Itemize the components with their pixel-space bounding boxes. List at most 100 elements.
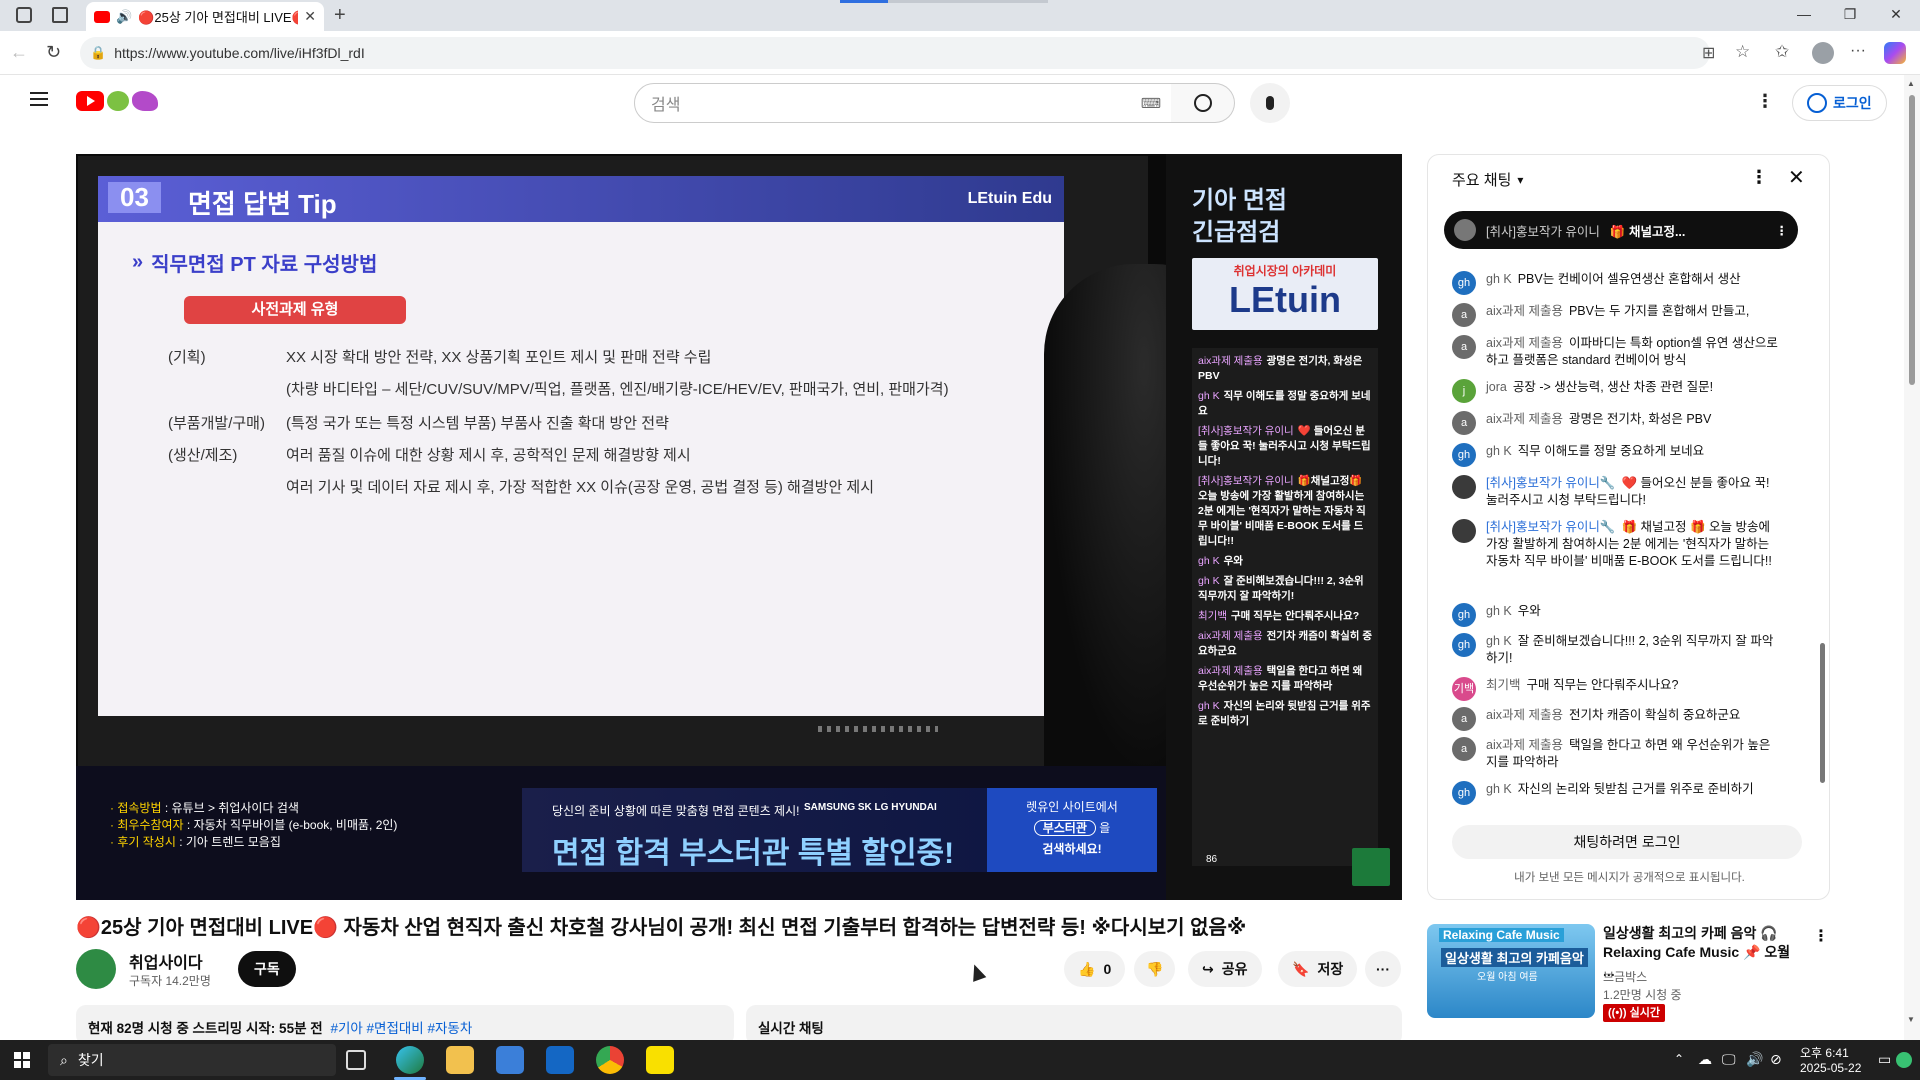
chat-avatar[interactable]: a: [1452, 737, 1476, 761]
outlook-icon[interactable]: [546, 1046, 574, 1074]
chat-login-button[interactable]: 채팅하려면 로그인: [1452, 825, 1802, 859]
recommended-video[interactable]: Relaxing Cafe Music 일상생활 최고의 카페음악 오월 아침 …: [1427, 924, 1830, 1022]
dislike-button[interactable]: 👎: [1134, 951, 1176, 987]
app-available-icon[interactable]: ⊞: [1702, 43, 1715, 63]
chat-author-name[interactable]: gh K: [1486, 782, 1512, 796]
chat-avatar[interactable]: gh: [1452, 781, 1476, 805]
tray-chevron-icon[interactable]: ⌃: [1674, 1052, 1684, 1066]
start-icon[interactable]: [14, 1052, 30, 1068]
youtube-logo[interactable]: [76, 91, 158, 111]
chat-avatar[interactable]: a: [1452, 335, 1476, 359]
copilot-icon[interactable]: [1884, 42, 1906, 64]
minimize-icon[interactable]: —: [1794, 6, 1814, 22]
chat-author-name[interactable]: [취사]홍보작가 유이니🔧: [1486, 520, 1615, 534]
taskbar-time[interactable]: 오후 6:41: [1800, 1044, 1849, 1061]
chat-message[interactable]: 기백 최기백 구매 직무는 안다뤄주시나요?: [1452, 677, 1782, 701]
voice-search-button[interactable]: [1250, 83, 1290, 123]
chat-more-icon[interactable]: ⋮: [1750, 167, 1768, 188]
refresh-icon[interactable]: ↻: [46, 42, 61, 63]
restore-icon[interactable]: ❐: [1840, 6, 1860, 23]
chat-message[interactable]: gh gh K 우와: [1452, 603, 1782, 627]
browser-tab-active[interactable]: 🔊 🔴25상 기아 면접대비 LIVE🔴 ✕: [86, 2, 324, 31]
chat-message[interactable]: [취사]홍보작가 유이니🔧 🎁 채널고정 🎁 오늘 방송에 가장 활발하게 참여하…: [1452, 519, 1782, 570]
workspaces-icon[interactable]: [16, 7, 32, 23]
chat-author-name[interactable]: [취사]홍보작가 유이니🔧: [1486, 476, 1615, 490]
chat-message[interactable]: a aix과제 제출용 PBV는 두 가지를 혼합해서 만들고,: [1452, 303, 1782, 327]
subscribe-button[interactable]: 구독: [238, 951, 296, 987]
chat-mode-dropdown[interactable]: 주요 채팅 ▾: [1452, 169, 1523, 190]
store-icon[interactable]: [496, 1046, 524, 1074]
chat-author-name[interactable]: aix과제 제출용: [1486, 336, 1563, 350]
chat-avatar[interactable]: [1452, 475, 1476, 499]
site-info-icon[interactable]: 🔒: [90, 45, 106, 61]
chat-author-name[interactable]: aix과제 제출용: [1486, 708, 1563, 722]
chat-message[interactable]: a aix과제 제출용 택일을 한다고 하면 왜 우선순위가 높은 지를 파악하라: [1452, 737, 1782, 771]
menu-icon[interactable]: [30, 92, 48, 106]
tab-actions-icon[interactable]: [52, 7, 68, 23]
network-icon[interactable]: 🖵: [1722, 1051, 1736, 1068]
recommended-more-icon[interactable]: ⋮: [1813, 926, 1829, 946]
chat-message[interactable]: [취사]홍보작가 유이니🔧 ❤️ 들어오신 분들 좋아요 꾹! 눌러주시고 시청 …: [1452, 475, 1782, 509]
page-scroll-down-icon[interactable]: ▼: [1907, 1015, 1915, 1024]
chat-message[interactable]: a aix과제 제출용 전기차 캐즘이 확실히 중요하군요: [1452, 707, 1782, 731]
kakaotalk-icon[interactable]: [646, 1046, 674, 1074]
chat-avatar[interactable]: a: [1452, 411, 1476, 435]
pinned-more-icon[interactable]: ⋮: [1776, 223, 1789, 238]
search-button[interactable]: [1171, 83, 1235, 123]
file-explorer-icon[interactable]: [446, 1046, 474, 1074]
channel-name[interactable]: 취업사이다: [129, 949, 203, 973]
chat-avatar[interactable]: a: [1452, 303, 1476, 327]
favorite-star-icon[interactable]: ☆: [1735, 42, 1750, 62]
chat-author-name[interactable]: aix과제 제출용: [1486, 412, 1563, 426]
task-view-icon[interactable]: [346, 1050, 366, 1070]
chat-author-name[interactable]: gh K: [1486, 634, 1512, 648]
close-window-icon[interactable]: ✕: [1886, 6, 1906, 23]
volume-icon[interactable]: 🔊: [1746, 1051, 1763, 1068]
taskbar-date[interactable]: 2025-05-22: [1800, 1061, 1861, 1075]
recommended-thumbnail[interactable]: Relaxing Cafe Music 일상생활 최고의 카페음악 오월 아침 …: [1427, 924, 1595, 1018]
chrome-icon[interactable]: [596, 1046, 624, 1074]
url-field[interactable]: 🔒 https://www.youtube.com/live/iHf3fDl_r…: [80, 37, 1710, 69]
chat-author-name[interactable]: gh K: [1486, 444, 1512, 458]
more-actions-button[interactable]: ···: [1365, 951, 1401, 987]
chat-author-name[interactable]: aix과제 제출용: [1486, 304, 1563, 318]
taskbar-search-box[interactable]: ⌕ 찾기: [48, 1044, 336, 1076]
page-scrollbar-thumb[interactable]: [1909, 95, 1915, 385]
chat-message[interactable]: a aix과제 제출용 광명은 전기차, 화성은 PBV: [1452, 411, 1782, 435]
chat-author-name[interactable]: jora: [1486, 380, 1507, 394]
save-button[interactable]: 🔖 저장: [1278, 951, 1358, 987]
notification-icon[interactable]: ▭: [1878, 1051, 1891, 1068]
channel-avatar[interactable]: [76, 949, 116, 989]
keyboard-icon[interactable]: ⌨: [1141, 95, 1161, 112]
new-tab-icon[interactable]: +: [334, 4, 346, 27]
copilot-tray-icon[interactable]: [1896, 1052, 1912, 1068]
close-tab-icon[interactable]: ✕: [304, 8, 316, 25]
profile-avatar[interactable]: [1812, 42, 1834, 64]
chat-message[interactable]: gh gh K 직무 이해도를 정말 중요하게 보네요: [1452, 443, 1782, 467]
chat-author-name[interactable]: gh K: [1486, 272, 1512, 286]
description-hashtags[interactable]: #기아 #면접대비 #자동차: [330, 1021, 472, 1036]
chat-avatar[interactable]: j: [1452, 379, 1476, 403]
chat-avatar[interactable]: gh: [1452, 633, 1476, 657]
back-icon[interactable]: ←: [10, 42, 28, 63]
page-scroll-up-icon[interactable]: ▲: [1907, 79, 1915, 88]
battery-icon[interactable]: ⊘: [1770, 1051, 1782, 1068]
live-chat-box[interactable]: 실시간 채팅: [746, 1005, 1402, 1045]
recommended-channel[interactable]: 브금박스: [1603, 968, 1647, 985]
more-options-icon[interactable]: ···: [1850, 42, 1866, 60]
favorites-icon[interactable]: ✩: [1775, 42, 1789, 62]
chat-avatar[interactable]: gh: [1452, 443, 1476, 467]
chat-avatar[interactable]: 기백: [1452, 677, 1476, 701]
chat-close-icon[interactable]: ✕: [1788, 165, 1805, 190]
chat-message[interactable]: gh gh K 자신의 논리와 뒷받침 근거를 위주로 준비하기: [1452, 781, 1782, 805]
settings-dots-icon[interactable]: ⋮: [1756, 91, 1774, 112]
edge-icon[interactable]: [396, 1046, 424, 1074]
share-button[interactable]: ↪ 공유: [1188, 951, 1262, 987]
like-button[interactable]: 👍 0: [1064, 951, 1126, 987]
chat-message[interactable]: a aix과제 제출용 이파바디는 특화 option셀 유연 생산으로 하고 플랫…: [1452, 335, 1782, 369]
chat-author-name[interactable]: aix과제 제출용: [1486, 738, 1563, 752]
onedrive-icon[interactable]: ☁: [1698, 1051, 1712, 1068]
pinned-message[interactable]: [취사]홍보작가 유이니 🎁 채널고정... ⋮: [1444, 211, 1798, 249]
login-button[interactable]: 로그인: [1792, 85, 1887, 121]
chat-message[interactable]: j jora 공장 -> 생산능력, 생산 차종 관련 질문!: [1452, 379, 1782, 403]
